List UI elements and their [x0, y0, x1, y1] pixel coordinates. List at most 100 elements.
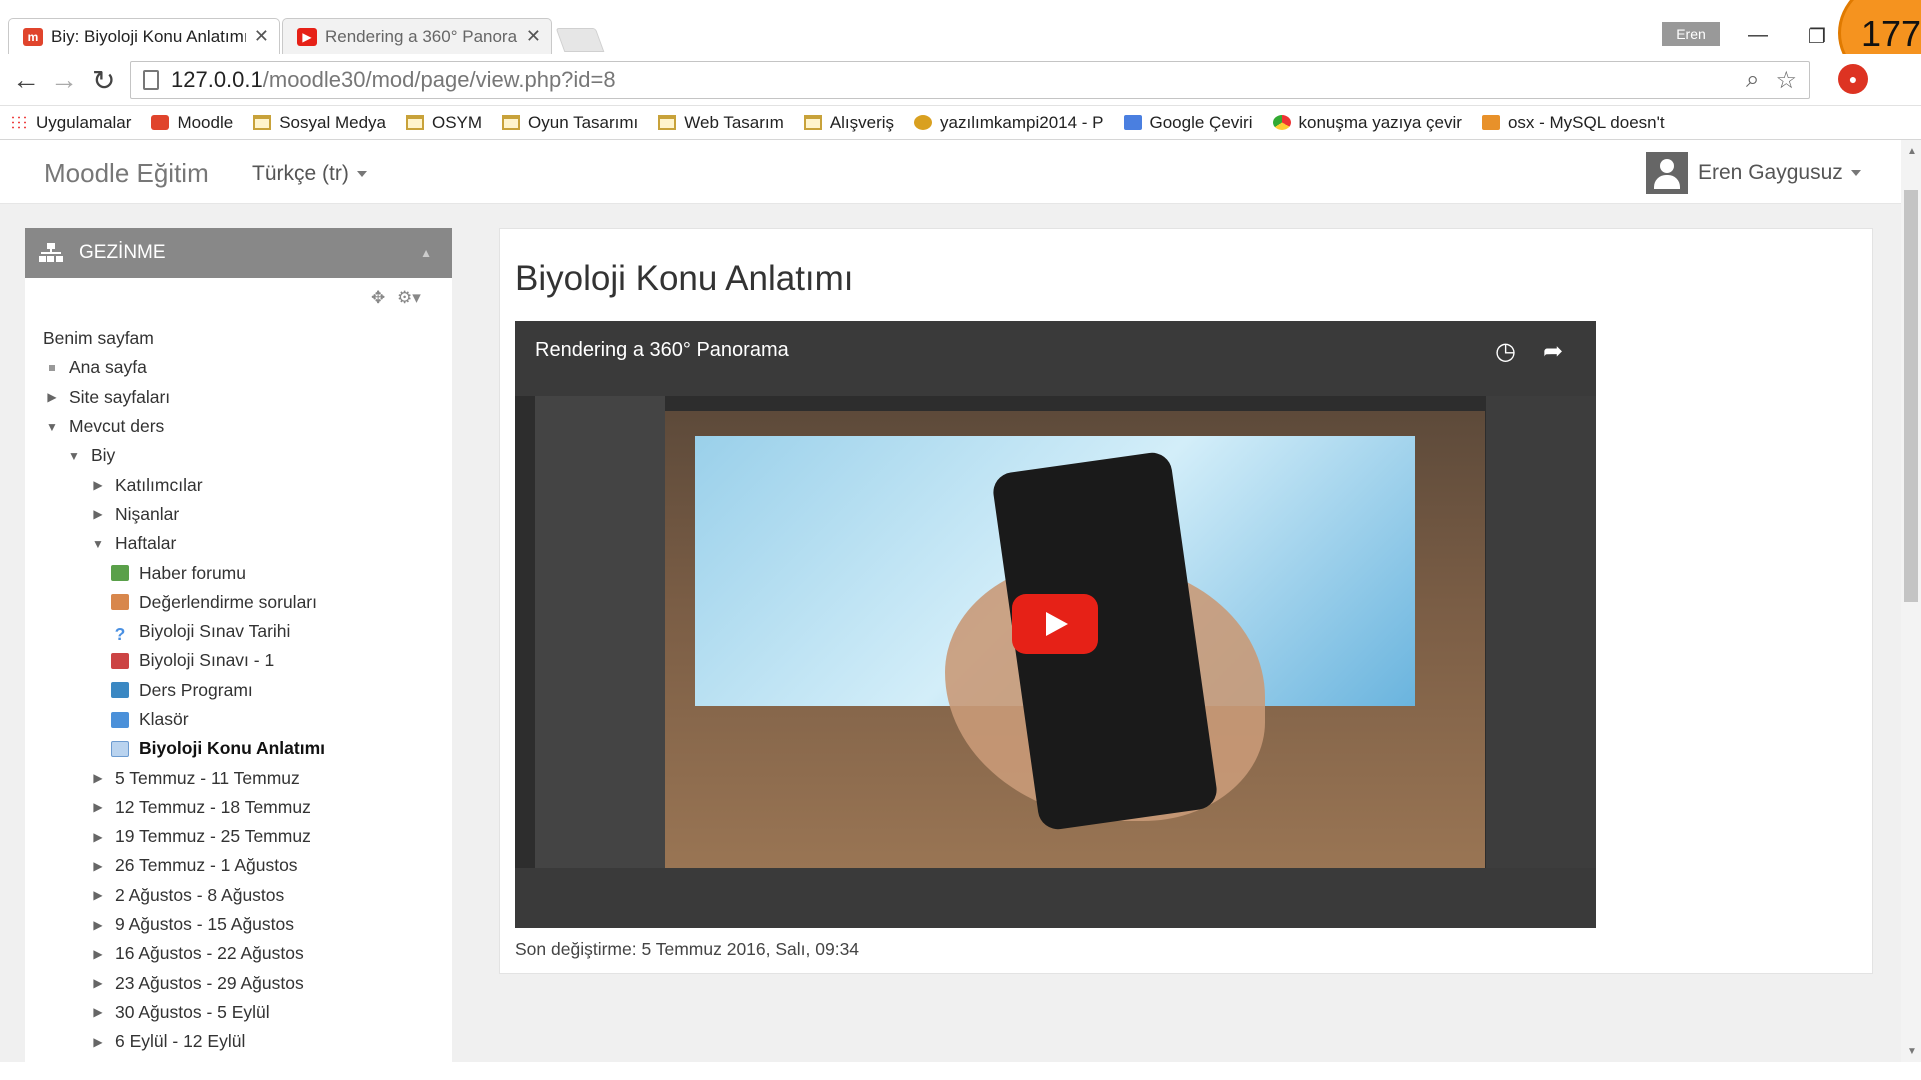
bookmark-mysql[interactable]: osx - MySQL doesn't — [1481, 113, 1665, 133]
nav-week[interactable]: ▶ 23 Ağustos - 29 Ağustos — [25, 969, 452, 998]
nav-label: Biyoloji Sınavı - 1 — [139, 650, 275, 671]
user-menu[interactable]: Eren Gaygusuz — [1646, 152, 1861, 194]
folder-icon — [253, 115, 272, 130]
forum-icon — [111, 565, 129, 582]
chevron-up-icon[interactable]: ▲ — [420, 246, 432, 260]
bookmark-folder[interactable]: Web Tasarım — [658, 113, 784, 133]
bookmark-folder[interactable]: Oyun Tasarımı — [502, 113, 638, 133]
minimize-icon[interactable]: — — [1748, 24, 1768, 47]
bookmark-moodle[interactable]: Moodle — [151, 113, 233, 133]
language-menu[interactable]: Türkçe (tr) — [252, 162, 367, 186]
nav-site-pages[interactable]: ▶ Site sayfaları — [25, 383, 452, 412]
moodle-icon: m — [23, 27, 43, 46]
clock-icon[interactable]: ◷ — [1495, 337, 1516, 366]
bullet-icon — [49, 364, 55, 371]
nav-week[interactable]: ▶ 16 Ağustos - 22 Ağustos — [25, 939, 452, 968]
nav-participants[interactable]: ▶ Katılımcılar — [25, 470, 452, 499]
counter-number: 177 — [1861, 13, 1921, 54]
nav-week[interactable]: ▶ 9 Ağustos - 15 Ağustos — [25, 910, 452, 939]
bookmark-label: Sosyal Medya — [279, 112, 386, 132]
feedback-icon — [111, 594, 129, 611]
nav-week[interactable]: ▶ 2 Ağustos - 8 Ağustos — [25, 881, 452, 910]
move-icon[interactable]: ✥ — [371, 288, 385, 308]
bookmark-google-translate[interactable]: Google Çeviri — [1123, 112, 1253, 133]
nav-week[interactable]: ▶ 6 Eylül - 12 Eylül — [25, 1027, 452, 1056]
nav-week[interactable]: ▶ 12 Temmuz - 18 Temmuz — [25, 793, 452, 822]
back-icon[interactable]: ← — [12, 64, 40, 96]
bookmark-apps[interactable]: Uygulamalar — [10, 113, 131, 133]
triangle-right-icon: ▶ — [47, 390, 57, 405]
moodle-icon — [151, 115, 170, 130]
page-title: Biyoloji Konu Anlatımı — [515, 259, 854, 298]
bookmark-speech[interactable]: konuşma yazıya çevir — [1272, 113, 1462, 133]
tab-youtube[interactable]: ▶ Rendering a 360° Panoram ✕ — [282, 18, 552, 54]
nav-badges[interactable]: ▶ Nişanlar — [25, 500, 452, 529]
last-modified: Son değiştirme: 5 Temmuz 2016, Salı, 09:… — [515, 939, 860, 959]
nav-course-biy[interactable]: ▼ Biy — [25, 441, 452, 470]
bookmark-label: Web Tasarım — [684, 112, 784, 132]
nav-label: Nişanlar — [115, 503, 180, 524]
nav-label: 12 Temmuz - 18 Temmuz — [115, 796, 311, 817]
navigation-block: GEZİNME ▲ ✥ ⚙▾ Benim sayfam Ana sayfa ▶ S… — [25, 228, 452, 1062]
bookmark-folder[interactable]: OSYM — [405, 113, 482, 133]
nav-label: 5 Temmuz - 11 Temmuz — [115, 767, 300, 788]
nav-activity[interactable]: Klasör — [25, 705, 452, 734]
folder-icon — [658, 115, 677, 130]
nav-weeks[interactable]: ▼ Haftalar — [25, 529, 452, 558]
triangle-down-icon: ▼ — [68, 448, 80, 463]
nav-activity[interactable]: Değerlendirme soruları — [25, 588, 452, 617]
nav-label: Site sayfaları — [69, 386, 171, 407]
browser-tabstrip: m Biy: Biyoloji Konu Anlatımı ✕ ▶ Render… — [0, 0, 1921, 88]
profile-badge[interactable]: Eren — [1662, 22, 1720, 46]
user-name: Eren Gaygusuz — [1698, 161, 1843, 184]
address-bar[interactable]: 127.0.0.1 /moodle30/mod/page/view.php?id… — [130, 61, 1810, 99]
close-tab-icon[interactable]: ✕ — [526, 26, 541, 47]
question-icon: ? — [114, 623, 126, 644]
site-brand[interactable]: Moodle Eğitim — [44, 158, 209, 189]
navigation-block-header[interactable]: GEZİNME ▲ — [25, 228, 452, 278]
bookmark-folder[interactable]: Sosyal Medya — [253, 113, 386, 133]
nav-week[interactable]: ▶ 26 Temmuz - 1 Ağustos — [25, 851, 452, 880]
nav-week[interactable]: ▶ 5 Temmuz - 11 Temmuz — [25, 763, 452, 792]
bookmark-label: Google Çeviri — [1149, 112, 1253, 132]
video-title[interactable]: Rendering a 360° Panorama — [535, 339, 789, 362]
scroll-up-icon[interactable]: ▲ — [1907, 146, 1917, 157]
close-tab-icon[interactable]: ✕ — [254, 26, 269, 47]
nav-label: Haftalar — [115, 533, 177, 554]
url-icon — [111, 682, 129, 699]
scroll-down-icon[interactable]: ▼ — [1907, 1046, 1917, 1057]
nav-activity[interactable]: Ders Programı — [25, 676, 452, 705]
new-tab-button[interactable] — [555, 28, 605, 52]
play-button[interactable] — [1012, 594, 1098, 654]
nav-activity[interactable]: Biyoloji Sınavı - 1 — [25, 646, 452, 675]
page-icon — [111, 740, 129, 757]
nav-home[interactable]: Ana sayfa — [25, 353, 452, 382]
extension-icon[interactable]: ● — [1838, 64, 1868, 94]
nav-my-page[interactable]: Benim sayfam — [25, 324, 452, 353]
scrollbar-thumb[interactable] — [1904, 190, 1918, 602]
forward-icon[interactable]: → — [50, 64, 78, 96]
moodle-navbar: Moodle Eğitim Türkçe (tr) Eren Gaygusuz — [0, 140, 1901, 204]
star-icon[interactable]: ☆ — [1775, 66, 1797, 95]
nav-week[interactable]: ▶ 19 Temmuz - 25 Temmuz — [25, 822, 452, 851]
bookmarks-bar: Uygulamalar Moodle Sosyal Medya OSYM Oyu… — [0, 106, 1921, 140]
gear-icon[interactable]: ⚙▾ — [397, 288, 421, 308]
nav-activity[interactable]: Haber forumu — [25, 558, 452, 587]
video-frame — [1486, 396, 1596, 896]
triangle-down-icon: ▼ — [92, 536, 104, 551]
bookmark-folder[interactable]: Alışveriş — [803, 113, 894, 133]
nav-label: 23 Ağustos - 29 Ağustos — [115, 972, 304, 993]
nav-label: Haber forumu — [139, 562, 246, 583]
bookmark-yazilimkampi[interactable]: yazılımkampi2014 - P — [914, 113, 1104, 133]
zoom-icon[interactable]: ⌕ — [1746, 66, 1759, 95]
share-icon[interactable]: ➦ — [1543, 337, 1563, 366]
restore-icon[interactable]: ❐ — [1808, 24, 1826, 49]
page-scrollbar[interactable]: ▲ ▼ — [1901, 140, 1921, 1062]
nav-current-course[interactable]: ▼ Mevcut ders — [25, 412, 452, 441]
nav-activity-current[interactable]: Biyoloji Konu Anlatımı — [25, 734, 452, 763]
nav-week[interactable]: ▶ 30 Ağustos - 5 Eylül — [25, 998, 452, 1027]
tab-active[interactable]: m Biy: Biyoloji Konu Anlatımı ✕ — [8, 18, 280, 54]
video-player[interactable]: Rendering a 360° Panorama ◷ ➦ — [515, 321, 1596, 928]
reload-icon[interactable]: ↻ — [92, 64, 115, 97]
nav-activity[interactable]: ? Biyoloji Sınav Tarihi — [25, 617, 452, 646]
